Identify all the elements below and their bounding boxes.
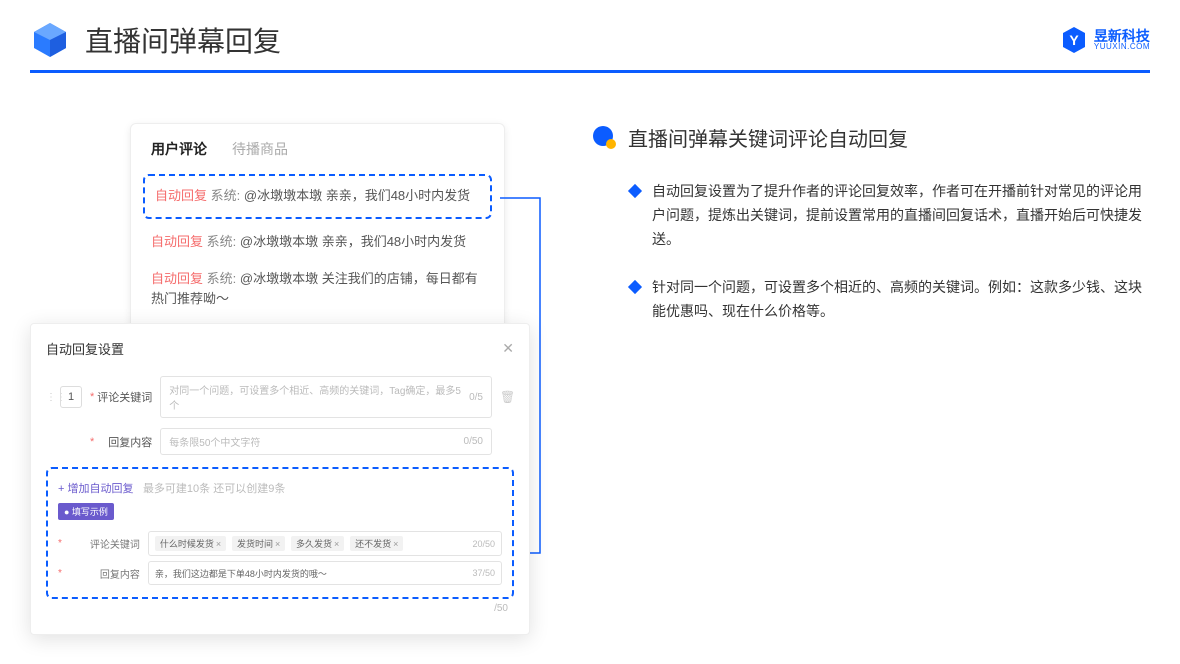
auto-reply-tag: 自动回复 [151, 271, 203, 286]
content-input[interactable]: 每条限50个中文字符 0/50 [160, 428, 492, 455]
bubble-icon [590, 124, 618, 152]
bullet-item: 针对同一个问题，可设置多个相近的、高频的关键词。例如：这款多少钱、这块能优惠吗、… [590, 276, 1150, 324]
sequence-number: 1 [60, 386, 82, 408]
chip[interactable]: 多久发货× [291, 536, 344, 551]
main-content: 用户评论 待播商品 自动回复 系统: @冰墩墩本墩 亲亲，我们48小时内发货 自… [0, 73, 1180, 369]
chip[interactable]: 发货时间× [232, 536, 285, 551]
required-star: * [58, 568, 62, 579]
logo-badge-icon: Y [1059, 25, 1089, 55]
keyword-counter: 0/5 [469, 392, 483, 403]
chip-remove-icon: × [334, 539, 339, 549]
comment-text: @冰墩墩本墩 亲亲，我们48小时内发货 [240, 234, 466, 249]
keyword-row: ⋮⋮ 1 * 评论关键词 对同一个问题，可设置多个相近、高频的关键词，Tag确定… [46, 376, 514, 418]
comments-card: 用户评论 待播商品 自动回复 系统: @冰墩墩本墩 亲亲，我们48小时内发货 自… [130, 123, 505, 329]
right-title: 直播间弹幕关键词评论自动回复 [628, 123, 908, 152]
close-icon[interactable]: ✕ [502, 340, 514, 357]
chip[interactable]: 还不发货× [350, 536, 403, 551]
ex-content-counter: 37/50 [472, 568, 495, 578]
content-placeholder: 每条限50个中文字符 [169, 434, 260, 449]
drag-handle-icon[interactable]: ⋮⋮ [46, 392, 56, 403]
content-label: 回复内容 [97, 434, 152, 450]
comment-row-highlight: 自动回复 系统: @冰墩墩本墩 亲亲，我们48小时内发货 [143, 174, 492, 219]
chip-remove-icon: × [275, 539, 280, 549]
bullet-text: 自动回复设置为了提升作者的评论回复效率，作者可在开播前针对常见的评论用户问题，提… [652, 180, 1150, 251]
comment-row: 自动回复 系统: @冰墩墩本墩 关注我们的店铺，每日都有热门推荐呦～ [131, 261, 504, 319]
ex-content-text: 亲，我们这边都是下单48小时内发货的哦～ [155, 567, 327, 580]
tab-pending-goods[interactable]: 待播商品 [232, 139, 288, 159]
system-label: 系统: [207, 234, 237, 249]
ex-keyword-label: 评论关键词 [90, 536, 140, 551]
system-label: 系统: [207, 271, 237, 286]
keyword-input[interactable]: 对同一个问题，可设置多个相近、高频的关键词，Tag确定，最多5个 0/5 [160, 376, 492, 418]
keyword-label: 评论关键词 [97, 389, 152, 405]
logo-sub-text: YUUXIN.COM [1094, 43, 1150, 51]
comment-row: 自动回复 系统: @冰墩墩本墩 亲亲，我们48小时内发货 [131, 224, 504, 261]
comment-text: @冰墩墩本墩 亲亲，我们48小时内发货 [244, 188, 470, 203]
chip-remove-icon: × [216, 539, 221, 549]
settings-modal: 自动回复设置 ✕ ⋮⋮ 1 * 评论关键词 对同一个问题，可设置多个相近、高频的… [30, 323, 530, 635]
ex-content-input[interactable]: 亲，我们这边都是下单48小时内发货的哦～ 37/50 [148, 561, 502, 585]
page-title: 直播间弹幕回复 [85, 20, 281, 60]
diamond-bullet-icon [628, 184, 642, 198]
auto-reply-tag: 自动回复 [155, 188, 207, 203]
system-label: 系统: [211, 188, 241, 203]
add-auto-reply-link[interactable]: + 增加自动回复 [58, 483, 133, 495]
delete-icon[interactable]: 🗑 [500, 390, 514, 404]
chip-remove-icon: × [393, 539, 398, 549]
required-star: * [90, 436, 94, 448]
right-title-row: 直播间弹幕关键词评论自动回复 [590, 123, 1150, 152]
brand-logo: Y 昱新科技 YUUXIN.COM [1059, 25, 1150, 55]
header: 直播间弹幕回复 Y 昱新科技 YUUXIN.COM [0, 0, 1180, 70]
bottom-counter: /50 [46, 603, 514, 614]
required-star: * [58, 538, 62, 549]
example-content-row: * 回复内容 亲，我们这边都是下单48小时内发货的哦～ 37/50 [58, 561, 502, 585]
auto-reply-tag: 自动回复 [151, 234, 203, 249]
svg-text:Y: Y [1069, 32, 1079, 48]
bullet-text: 针对同一个问题，可设置多个相近的、高频的关键词。例如：这款多少钱、这块能优惠吗、… [652, 276, 1150, 324]
content-counter: 0/50 [464, 436, 483, 447]
right-column: 直播间弹幕关键词评论自动回复 自动回复设置为了提升作者的评论回复效率，作者可在开… [590, 123, 1150, 349]
logo-main-text: 昱新科技 [1094, 29, 1150, 43]
cube-icon [30, 20, 70, 60]
settings-title: 自动回复设置 [46, 339, 124, 358]
left-column: 用户评论 待播商品 自动回复 系统: @冰墩墩本墩 亲亲，我们48小时内发货 自… [30, 123, 550, 349]
content-row: * 回复内容 每条限50个中文字符 0/50 [46, 428, 514, 455]
tabs: 用户评论 待播商品 [131, 124, 504, 169]
ex-keyword-counter: 20/50 [472, 539, 495, 549]
chip[interactable]: 什么时候发货× [155, 536, 226, 551]
add-hint: 最多可建10条 还可以创建9条 [143, 483, 285, 495]
example-keyword-row: * 评论关键词 什么时候发货× 发货时间× 多久发货× 还不发货× 20/50 [58, 531, 502, 556]
example-block: + 增加自动回复 最多可建10条 还可以创建9条 ● 填写示例 * 评论关键词 … [46, 467, 514, 599]
bullet-item: 自动回复设置为了提升作者的评论回复效率，作者可在开播前针对常见的评论用户问题，提… [590, 180, 1150, 251]
example-badge: ● 填写示例 [58, 503, 114, 520]
required-star: * [90, 391, 94, 403]
diamond-bullet-icon [628, 280, 642, 294]
tab-user-comments[interactable]: 用户评论 [151, 139, 207, 159]
ex-keyword-input[interactable]: 什么时候发货× 发货时间× 多久发货× 还不发货× 20/50 [148, 531, 502, 556]
ex-content-label: 回复内容 [90, 566, 140, 581]
keyword-placeholder: 对同一个问题，可设置多个相近、高频的关键词，Tag确定，最多5个 [169, 382, 469, 412]
